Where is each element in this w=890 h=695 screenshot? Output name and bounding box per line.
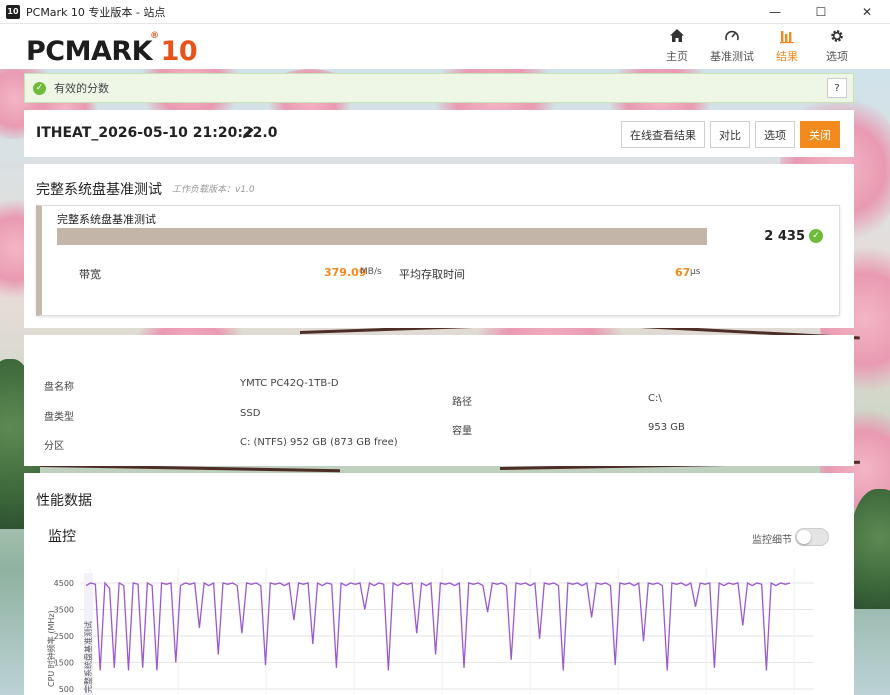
nav-benchmarks[interactable]: 基准测试 (702, 28, 762, 64)
result-actions: 在线查看结果 对比 选项 关闭 (621, 121, 840, 148)
drive-name-value: YMTC PC42Q-1TB-D (240, 378, 339, 389)
overall-score: 2 435 (764, 229, 805, 244)
home-icon (670, 29, 684, 42)
capacity-value: 953 GB (648, 422, 685, 433)
valid-score-text: 有效的分数 (54, 82, 109, 95)
performance-title: 性能数据 (36, 493, 92, 509)
y-tick-label: 1500 (54, 659, 74, 668)
cpu-clock-chart: 500 1500 2500 3500 4500 CPU 时钟频率 (MHz) 完整系统盘基准… (46, 567, 814, 695)
help-button[interactable]: ? (827, 78, 847, 98)
y-tick-label: 3500 (54, 606, 74, 615)
score-panel-title: 完整系统盘基准测试 (57, 213, 156, 226)
logo-registered-mark: ® (150, 31, 159, 41)
app-header: PCMARK®10 主页 基准测试 结果 选项 (0, 24, 890, 69)
pencil-icon[interactable] (242, 126, 255, 139)
latency-label: 平均存取时间 (399, 268, 465, 281)
y-tick-label: 4500 (54, 579, 74, 588)
cpu-clock-series-line (85, 581, 791, 671)
nav-results-label: 结果 (776, 50, 798, 63)
window-title: PCMark 10 专业版本 - 站点 (26, 5, 166, 19)
y-tick-label: 500 (59, 685, 74, 694)
compare-button[interactable]: 对比 (710, 121, 750, 148)
options-button[interactable]: 选项 (755, 121, 795, 148)
view-online-button[interactable]: 在线查看结果 (621, 121, 705, 148)
gauge-icon (725, 30, 739, 41)
performance-card: 性能数据 监控 监控细节 500 1500 2500 3500 4500 CPU 时钟频率… (24, 473, 854, 695)
y-tick-label: 2500 (54, 632, 74, 641)
partition-label: 分区 (44, 441, 64, 452)
bandwidth-label: 带宽 (79, 268, 101, 281)
score-valid-icon: ✓ (809, 229, 823, 243)
bandwidth-unit: MB/s (360, 267, 382, 277)
minimize-button[interactable]: — (752, 0, 798, 24)
maximize-button[interactable]: ☐ (798, 0, 844, 24)
score-bar (57, 228, 707, 245)
drive-type-label: 盘类型 (44, 412, 74, 423)
pcmark-logo: PCMARK®10 (26, 31, 198, 67)
benchmark-score-panel: 完整系统盘基准测试 2 435 ✓ 带宽 379.09 MB/s 平均存取时间 … (36, 205, 840, 316)
monitoring-details-toggle[interactable] (795, 528, 829, 546)
window-controls: — ☐ ✕ (752, 0, 890, 24)
latency-unit: μs (690, 267, 701, 277)
bar-chart-icon (780, 31, 794, 44)
monitoring-details-label: 监控细节 (752, 535, 792, 546)
partition-value: C: (NTFS) 952 GB (873 GB free) (240, 437, 398, 448)
result-header-card: ITHEAT_2026-05-10 21:20:22.0 在线查看结果 对比 选… (24, 110, 854, 157)
toggle-knob (797, 530, 811, 544)
drive-info-card: 盘名称 YMTC PC42Q-1TB-D 盘类型 SSD 分区 C: (NTFS… (24, 335, 854, 466)
pcmark-app-icon: 10 (6, 4, 20, 19)
valid-score-banner: ✓ 有效的分数 ? (24, 73, 854, 103)
y-axis-label: CPU 时钟频率 (MHz) (46, 610, 56, 687)
nav-options[interactable]: 选项 (812, 28, 862, 64)
benchmark-card: 完整系统盘基准测试 工作负载版本：v1.0 完整系统盘基准测试 2 435 ✓ … (24, 164, 854, 328)
nav-options-label: 选项 (826, 50, 848, 63)
logo-text: PCMARK (26, 36, 153, 67)
title-bar: 10 PCMark 10 专业版本 - 站点 — ☐ ✕ (0, 0, 890, 24)
logo-number: 10 (160, 36, 198, 67)
nav-benchmarks-label: 基准测试 (710, 50, 754, 63)
drive-type-value: SSD (240, 408, 261, 419)
nav-results[interactable]: 结果 (762, 28, 812, 64)
path-value: C:\ (648, 393, 662, 404)
capacity-label: 容量 (452, 426, 472, 437)
nav-home-label: 主页 (666, 50, 688, 63)
benchmark-span-label: 完整系统盘基准测试 (83, 621, 93, 693)
latency-value: 67 (675, 266, 691, 279)
workload-version: 工作负载版本：v1.0 (172, 185, 255, 195)
check-circle-icon: ✓ (33, 81, 46, 95)
nav-home[interactable]: 主页 (652, 28, 702, 64)
main-nav: 主页 基准测试 结果 选项 (652, 28, 862, 64)
path-label: 路径 (452, 397, 472, 408)
close-button[interactable]: 关闭 (800, 121, 840, 148)
close-window-button[interactable]: ✕ (844, 0, 890, 24)
benchmark-title: 完整系统盘基准测试 (36, 182, 162, 198)
gear-icon (831, 30, 843, 42)
monitoring-title: 监控 (48, 529, 76, 545)
drive-name-label: 盘名称 (44, 382, 74, 393)
